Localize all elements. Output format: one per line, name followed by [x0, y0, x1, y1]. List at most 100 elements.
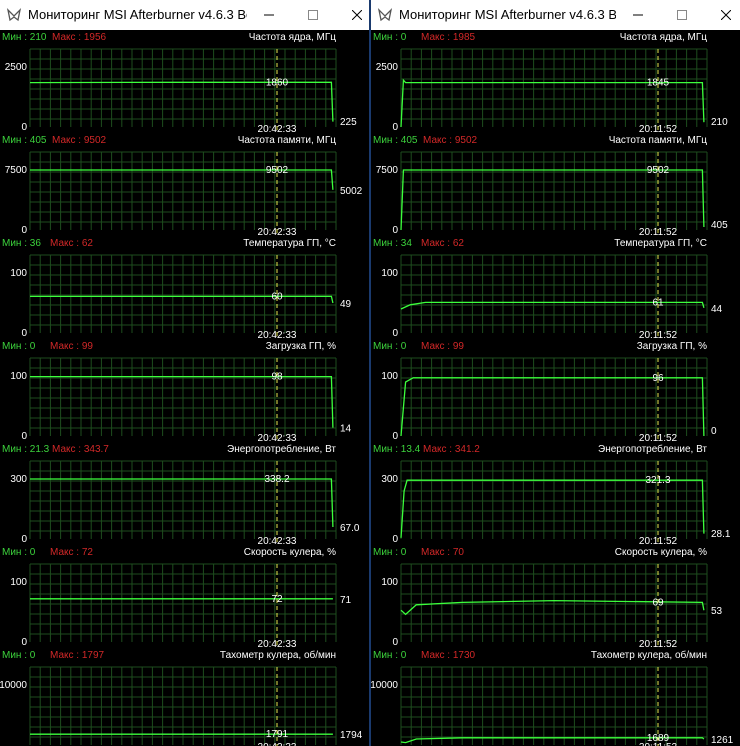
- min-label: Мин : 405: [373, 135, 418, 146]
- cursor-value: 321.3: [645, 475, 670, 486]
- panel-title: Скорость кулера, %: [615, 547, 707, 558]
- min-label: Мин : 13.4: [373, 444, 421, 455]
- graph-panel-6[interactable]: 100 0 Мин : 0 Макс : 72 Скорость кулера, % 72…: [2, 547, 352, 650]
- axis-bottom-label: 0: [392, 328, 398, 339]
- current-value: 210: [711, 117, 728, 128]
- graph-panel-2[interactable]: 7500 0 Мин : 405 Макс : 9502 Частота памяти,…: [373, 135, 728, 238]
- axis-top-label: 2500: [5, 62, 28, 73]
- axis-top-label: 100: [381, 577, 398, 588]
- panel-title: Энергопотребление, Вт: [598, 443, 707, 455]
- cursor-value: 98: [271, 372, 283, 383]
- cursor-value: 72: [271, 594, 283, 605]
- graph-panel-4[interactable]: 100 0 Мин : 0 Макс : 99 Загрузка ГП, % 96 0 20:…: [373, 341, 717, 444]
- maximize-button[interactable]: [291, 0, 335, 30]
- axis-top-label: 100: [381, 268, 398, 279]
- minimize-button[interactable]: [247, 0, 291, 30]
- max-label: Макс : 341.2: [423, 444, 480, 455]
- monitoring-graphs[interactable]: 2500 0 Мин : 0 Макс : 1985 Частота ядра, МГц…: [371, 30, 740, 746]
- monitoring-graphs[interactable]: 2500 0 Мин : 210 Макс : 1956 Частота ядра, М…: [0, 30, 369, 746]
- title-bar[interactable]: Мониторинг MSI Afterburner v4.6.3 Bet...: [371, 0, 740, 30]
- time-label: 20:11:52: [639, 433, 678, 444]
- graph-panel-7[interactable]: 10000 Мин : 0 Макс : 1797 Тахометр кулера, …: [0, 649, 363, 746]
- time-label: 20:42:33: [258, 227, 297, 238]
- max-label: Макс : 99: [50, 341, 93, 352]
- min-label: Мин : 0: [2, 650, 36, 661]
- title-bar[interactable]: Мониторинг MSI Afterburner v4.6.3 Bet...: [0, 0, 369, 30]
- grid: [400, 151, 708, 230]
- maximize-icon: [677, 10, 687, 20]
- axis-bottom-label: 0: [21, 122, 27, 133]
- panel-title: Скорость кулера, %: [244, 547, 336, 558]
- grid: [29, 357, 337, 436]
- min-label: Мин : 405: [2, 135, 47, 146]
- monitoring-window-left[interactable]: Мониторинг MSI Afterburner v4.6.3 Bet...…: [0, 0, 369, 746]
- axis-bottom-label: 0: [392, 225, 398, 236]
- time-label: 20:42:33: [258, 536, 297, 547]
- time-label: 20:11:52: [639, 536, 678, 547]
- min-label: Мин : 0: [2, 341, 36, 352]
- cursor-value: 9502: [266, 165, 289, 176]
- minimize-icon: [633, 14, 643, 16]
- axis-bottom-label: 0: [21, 431, 27, 442]
- max-label: Макс : 99: [421, 341, 464, 352]
- graph-panel-1[interactable]: 2500 0 Мин : 210 Макс : 1956 Частота ядра, М…: [2, 32, 357, 135]
- axis-bottom-label: 0: [21, 328, 27, 339]
- current-value: 1794: [340, 730, 363, 741]
- max-label: Макс : 1797: [50, 650, 105, 661]
- sensor-trace: [400, 479, 705, 538]
- current-value: 49: [340, 299, 352, 310]
- grid: [29, 666, 337, 745]
- close-button[interactable]: [704, 0, 740, 30]
- graph-panel-6[interactable]: 100 0 Мин : 0 Макс : 70 Скорость кулера, % 69…: [373, 547, 723, 650]
- graph-panel-5[interactable]: 300 0 Мин : 13.4 Макс : 341.2 Энергопотребле…: [373, 443, 731, 547]
- axis-top-label: 7500: [376, 165, 399, 176]
- close-button[interactable]: [335, 0, 369, 30]
- cursor-value: 69: [652, 597, 664, 608]
- max-label: Макс : 62: [50, 238, 93, 249]
- grid: [400, 460, 708, 539]
- cursor-value: 96: [652, 373, 664, 384]
- axis-bottom-label: 0: [392, 637, 398, 648]
- graph-panel-7[interactable]: 10000 Мин : 0 Макс : 1730 Тахометр кулера, …: [371, 649, 734, 746]
- time-label: 20:11:52: [639, 742, 678, 746]
- axis-bottom-label: 0: [21, 637, 27, 648]
- time-label: 20:11:52: [639, 639, 678, 650]
- graph-panel-5[interactable]: 300 0 Мин : 21.3 Макс : 343.7 Энергопотребле…: [2, 443, 360, 547]
- minimize-button[interactable]: [616, 0, 660, 30]
- axis-bottom-label: 0: [392, 431, 398, 442]
- graph-panel-1[interactable]: 2500 0 Мин : 0 Макс : 1985 Частота ядра, МГц…: [373, 32, 728, 135]
- max-label: Макс : 1985: [421, 32, 476, 43]
- sensor-trace: [400, 169, 705, 231]
- panel-title: Частота ядра, МГц: [249, 32, 337, 43]
- graph-panel-3[interactable]: 100 0 Мин : 34 Макс : 62 Температура ГП, °С 6…: [373, 238, 723, 341]
- cursor-value: 60: [271, 291, 283, 302]
- cursor-value: 338.2: [264, 474, 289, 485]
- max-label: Макс : 9502: [52, 135, 107, 146]
- panel-title: Энергопотребление, Вт: [227, 443, 336, 455]
- axis-top-label: 100: [10, 268, 27, 279]
- maximize-button[interactable]: [660, 0, 704, 30]
- panel-title: Частота ядра, МГц: [620, 32, 708, 43]
- afterburner-icon: [6, 8, 22, 22]
- max-label: Макс : 62: [421, 238, 464, 249]
- current-value: 225: [340, 117, 357, 128]
- panel-title: Загрузка ГП, %: [637, 341, 707, 352]
- min-label: Мин : 21.3: [2, 444, 50, 455]
- current-value: 44: [711, 304, 723, 315]
- monitoring-window-right[interactable]: Мониторинг MSI Afterburner v4.6.3 Bet...…: [371, 0, 740, 746]
- current-value: 5002: [340, 186, 363, 197]
- cursor-value: 1845: [647, 78, 670, 89]
- grid: [29, 563, 337, 642]
- axis-top-label: 300: [10, 474, 27, 485]
- graph-panel-3[interactable]: 100 0 Мин : 36 Макс : 62 Температура ГП, °С 6…: [2, 238, 352, 341]
- maximize-icon: [308, 10, 318, 20]
- current-value: 28.1: [711, 529, 731, 540]
- min-label: Мин : 210: [2, 32, 47, 43]
- min-label: Мин : 34: [373, 238, 412, 249]
- graph-panel-2[interactable]: 7500 0 Мин : 405 Макс : 9502 Частота памяти,…: [2, 135, 363, 238]
- cursor-value: 1791: [266, 729, 289, 740]
- current-value: 0: [711, 426, 717, 437]
- graph-panel-4[interactable]: 100 0 Мин : 0 Макс : 99 Загрузка ГП, % 98 14 20…: [2, 341, 352, 444]
- cursor-value: 9502: [647, 165, 670, 176]
- time-label: 20:42:33: [258, 433, 297, 444]
